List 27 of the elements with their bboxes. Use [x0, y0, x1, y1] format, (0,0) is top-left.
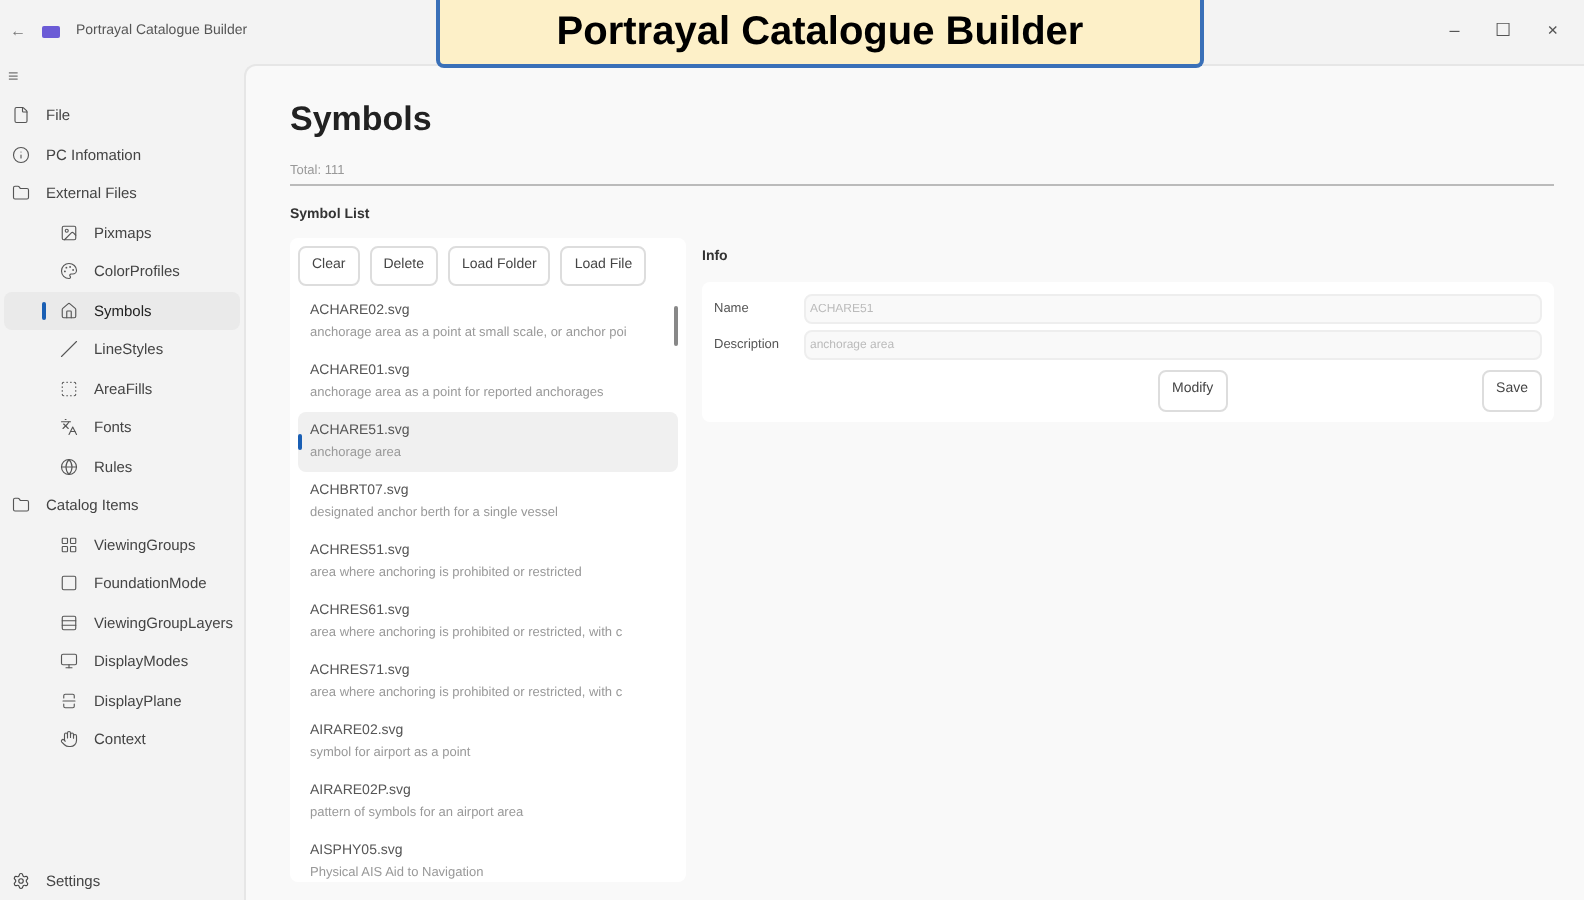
folder-icon — [12, 184, 30, 203]
back-button[interactable]: ← — [10, 20, 26, 44]
grid-icon — [60, 535, 78, 554]
square-icon — [60, 574, 78, 593]
folder-icon — [12, 496, 30, 515]
app-icon — [42, 26, 60, 38]
palette-icon — [60, 262, 78, 281]
font-icon — [60, 418, 78, 437]
monitor-icon — [60, 652, 78, 671]
file-icon — [12, 106, 30, 125]
maximize-button[interactable]: ☐ — [1495, 18, 1512, 46]
caption-banner: Portrayal Catalogue Builder — [436, 0, 1204, 68]
split-square-icon — [60, 691, 78, 710]
settings-icon — [12, 871, 30, 890]
menu-button[interactable]: ≡ — [4, 64, 240, 96]
hand-icon — [60, 730, 78, 749]
minimize-button[interactable]: – — [1449, 18, 1460, 46]
square-icon — [60, 379, 78, 398]
close-button[interactable]: × — [1547, 18, 1558, 46]
scrollbar-thumb[interactable] — [674, 305, 678, 346]
image-icon — [60, 223, 78, 242]
globe-icon — [60, 457, 78, 476]
info-icon — [12, 145, 30, 164]
house-icon — [60, 301, 78, 320]
rows-icon — [60, 613, 78, 632]
page-title: Symbols — [290, 98, 434, 142]
line-icon — [60, 340, 78, 359]
